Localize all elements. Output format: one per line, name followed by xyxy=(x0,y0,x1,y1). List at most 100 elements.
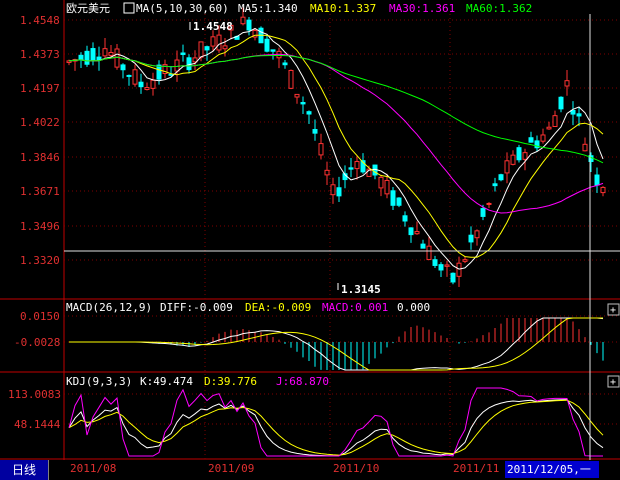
candle-body xyxy=(390,190,396,206)
candle-body xyxy=(282,62,288,66)
kdj-legend: KDJ(9,3,3) K:49.474 D:39.776 J:68.870 xyxy=(66,375,329,388)
candle-body xyxy=(126,74,132,77)
moving-average-lines xyxy=(68,27,604,270)
kdj-panel-expand-button[interactable]: + xyxy=(607,375,620,388)
price-tick: 1.4548 xyxy=(20,14,60,27)
candle-body xyxy=(102,48,108,57)
ma10-line xyxy=(68,34,604,258)
candle-body xyxy=(378,176,384,189)
svg-text:1.4548: 1.4548 xyxy=(193,20,233,33)
candle-body xyxy=(174,59,180,72)
candle-body xyxy=(78,54,84,60)
candle-body xyxy=(318,143,324,156)
candle-body xyxy=(138,81,144,88)
candle-body xyxy=(540,134,546,142)
svg-text:MACD(26,12,9): MACD(26,12,9) xyxy=(66,301,152,314)
candle-body xyxy=(312,129,318,134)
svg-text:+: + xyxy=(610,305,616,316)
candle-body xyxy=(300,102,306,105)
time-tick: 2011/08 xyxy=(70,462,116,475)
candle-body xyxy=(486,202,492,205)
candle-body xyxy=(294,93,300,98)
svg-text:KDJ(9,3,3): KDJ(9,3,3) xyxy=(66,375,132,388)
price-tick: 1.3496 xyxy=(20,220,60,233)
candle-body xyxy=(114,48,120,68)
candle-body xyxy=(564,80,570,87)
candle-body xyxy=(414,231,420,235)
candle-body xyxy=(210,36,216,47)
candle-body xyxy=(216,34,222,51)
price-tick: 1.4022 xyxy=(20,116,60,129)
kdj-axis: 113.0083 48.1444 xyxy=(8,388,61,431)
high-annotation: 1.4548 xyxy=(189,20,233,33)
price-tick: 1.3846 xyxy=(20,151,60,164)
macd-axis: 0.0150 -0.0028 xyxy=(14,310,60,349)
candle-body xyxy=(180,52,186,55)
svg-text:MACD:0.001: MACD:0.001 xyxy=(322,301,388,314)
svg-text:1.3145: 1.3145 xyxy=(341,283,381,296)
x-grid xyxy=(204,14,451,460)
stock-chart-window: 1.4548 1.4373 1.4197 1.4022 1.3846 1.367… xyxy=(0,0,620,480)
candle-body xyxy=(582,143,588,152)
candle-body xyxy=(324,169,330,176)
svg-text:D:39.776: D:39.776 xyxy=(204,375,257,388)
candle-body xyxy=(204,46,210,51)
candle-body xyxy=(264,38,270,52)
candle-body xyxy=(498,174,504,181)
candle-body xyxy=(426,245,432,261)
kdj-tick: 48.1444 xyxy=(14,418,61,431)
candle-body xyxy=(288,69,294,89)
chart-canvas: 1.4548 1.4373 1.4197 1.4022 1.3846 1.367… xyxy=(0,0,620,475)
time-axis: 2011/08 2011/09 2011/10 2011/11 xyxy=(70,462,499,475)
candle-body xyxy=(594,174,600,186)
candle-body xyxy=(246,19,252,31)
time-tick: 2011/10 xyxy=(333,462,379,475)
kdj-j-line xyxy=(68,387,603,457)
candle-body xyxy=(222,45,228,50)
candle-body xyxy=(420,243,426,249)
candle-body xyxy=(150,79,156,89)
time-tick: 2011/11 xyxy=(453,462,499,475)
price-grid xyxy=(64,19,620,425)
price-tick: 1.4373 xyxy=(20,48,60,61)
candle-body xyxy=(576,113,582,117)
candle-body xyxy=(450,272,456,283)
candle-body xyxy=(438,264,444,271)
candle-body xyxy=(144,87,150,90)
svg-text:DEA:-0.009: DEA:-0.009 xyxy=(245,301,311,314)
candle-body xyxy=(132,69,138,85)
price-tick: 1.3671 xyxy=(20,185,60,198)
candle-body xyxy=(444,264,450,267)
candle-body xyxy=(492,183,498,187)
candle-body xyxy=(198,41,204,58)
legend-toggle-icon[interactable] xyxy=(123,2,135,14)
kdj-tick: 113.0083 xyxy=(8,388,61,401)
candle-body xyxy=(240,16,246,25)
candle-body xyxy=(402,215,408,222)
macd-histogram xyxy=(140,318,604,370)
candle-body xyxy=(396,197,402,206)
candle-body xyxy=(384,179,390,195)
candle-body xyxy=(510,154,516,165)
price-axis: 1.4548 1.4373 1.4197 1.4022 1.3846 1.367… xyxy=(20,14,60,267)
svg-text:DIFF:-0.009: DIFF:-0.009 xyxy=(160,301,233,314)
macd-legend: MACD(26,12,9) DIFF:-0.009 DEA:-0.009 MAC… xyxy=(66,301,430,314)
candle-body xyxy=(552,115,558,127)
candle-body xyxy=(474,230,480,239)
candle-body xyxy=(336,187,342,197)
candlesticks xyxy=(66,7,606,288)
svg-text:J:68.870: J:68.870 xyxy=(276,375,329,388)
candle-body xyxy=(456,262,462,277)
candle-body xyxy=(156,64,162,80)
svg-text:MA(5,10,30,60): MA(5,10,30,60) xyxy=(136,2,229,15)
candle-body xyxy=(504,160,510,174)
candle-body xyxy=(84,50,90,65)
macd-diff-line xyxy=(69,317,604,371)
symbol-name: 欧元美元 xyxy=(66,2,110,15)
candle-body xyxy=(120,64,126,71)
svg-text:MA60:1.362: MA60:1.362 xyxy=(466,2,532,15)
svg-text:MA30:1.361: MA30:1.361 xyxy=(389,2,455,15)
period-tab-day[interactable]: 日线 xyxy=(0,460,49,480)
macd-panel-expand-button[interactable]: + xyxy=(607,303,620,316)
candle-body xyxy=(522,152,528,160)
